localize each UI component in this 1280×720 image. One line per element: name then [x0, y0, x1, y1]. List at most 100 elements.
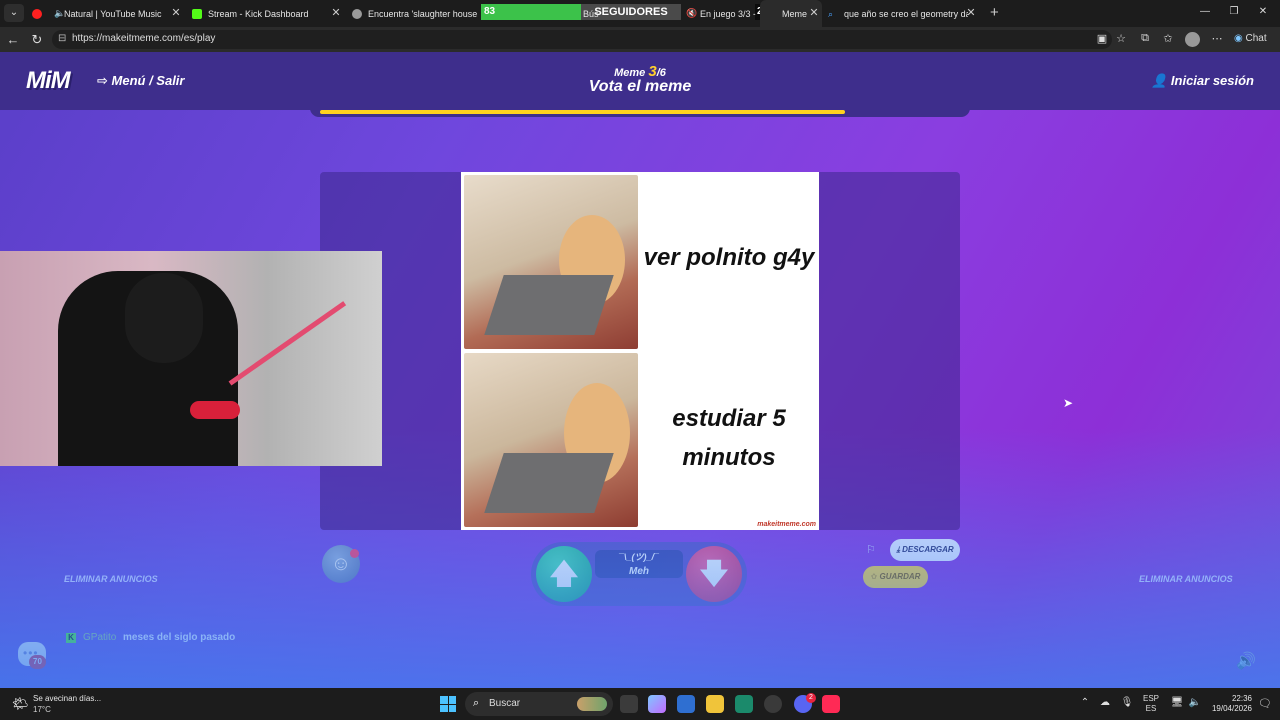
webcam-overlay: [0, 251, 382, 466]
task-view-icon[interactable]: [620, 695, 638, 713]
download-label: DESCARGAR: [902, 545, 954, 554]
muted-icon: 🔇: [686, 8, 698, 18]
chat-message: meses del siglo pasado: [123, 632, 236, 643]
kick-icon: [192, 8, 202, 19]
meme-image-top: [464, 175, 638, 349]
language-indicator[interactable]: ESP ES: [1143, 694, 1159, 714]
chat-count-badge: 70: [29, 655, 46, 669]
meme-caption-top: ver polnito g4y: [643, 244, 815, 271]
meh-label: Meh: [629, 566, 649, 577]
kick-badge-icon: K: [66, 633, 76, 643]
profile-avatar[interactable]: [1185, 32, 1200, 47]
meme-caption-bottom-line1: estudiar 5: [672, 405, 786, 432]
close-tab-icon[interactable]: ✕: [330, 6, 342, 19]
page-title: Vota el meme: [588, 78, 692, 95]
arrow-down-icon: 🡇: [699, 558, 729, 589]
downvote-button[interactable]: 🡇: [686, 546, 742, 602]
overlay-bar-value: 83: [484, 6, 496, 17]
star-icon: ✩: [870, 572, 880, 581]
system-clock[interactable]: 22:36 19/04/2026: [1207, 694, 1252, 714]
extensions-icon[interactable]: ⧉: [1138, 32, 1152, 45]
meme-stage: ver polnito g4y estudiar 5 minutos makei…: [320, 172, 960, 530]
makeitmeme-page: MiM ⇨ Menú / Salir Meme 3/6 Vota el meme…: [0, 52, 1280, 688]
report-flag-icon[interactable]: ⚐: [866, 543, 876, 556]
emoji-notification-dot: [350, 549, 359, 558]
lang-secondary: ES: [1145, 704, 1157, 713]
tiktok-icon: [352, 8, 362, 19]
taskbar-search[interactable]: ⌕ Buscar: [465, 692, 613, 716]
sound-toggle-icon[interactable]: 🔊: [1236, 651, 1256, 671]
overlay-progress-bar: 83: [481, 4, 581, 20]
close-tab-icon[interactable]: ✕: [965, 6, 977, 19]
obs-icon[interactable]: [764, 695, 782, 713]
remove-ads-left-link[interactable]: ELIMINAR ANUNCIOS: [64, 574, 158, 584]
busc-text: Bús: [583, 8, 599, 19]
tab-title: Encuentra 'slaughter house river: [368, 8, 480, 19]
browser-tab-strip: ⌄ 🔈 Natural | YouTube Music ✕ Stream - K…: [0, 0, 1280, 27]
remove-ads-right-link[interactable]: ELIMINAR ANUNCIOS: [1139, 574, 1233, 584]
copilot-app-icon[interactable]: [648, 695, 666, 713]
login-button[interactable]: 👤 Iniciar sesión: [1151, 73, 1254, 89]
file-explorer-icon[interactable]: [706, 695, 724, 713]
meme-caption-bottom-line2: minutos: [682, 444, 776, 471]
reader-view-icon[interactable]: ▣: [1095, 32, 1109, 45]
search-highlight-icon: [577, 697, 607, 711]
new-tab-icon[interactable]: +: [990, 4, 999, 21]
chat-label: Chat: [1245, 33, 1267, 44]
weather-text[interactable]: Se avecinan días...: [33, 694, 101, 703]
meme-card: ver polnito g4y estudiar 5 minutos makei…: [461, 172, 819, 530]
restore-icon[interactable]: ❐: [1227, 6, 1241, 17]
favorite-star-icon[interactable]: ☆: [1114, 32, 1128, 45]
tab-title: Meme: [782, 8, 808, 19]
copilot-icon: ◉: [1234, 33, 1243, 44]
edge-icon[interactable]: [735, 695, 753, 713]
refresh-icon[interactable]: ↻: [30, 32, 44, 48]
tray-overflow-icon[interactable]: ⌃: [1078, 697, 1092, 708]
meme-watermark: makeitmeme.com: [757, 521, 816, 528]
favorites-icon[interactable]: ✩: [1161, 32, 1175, 45]
clock-time: 22:36: [1231, 694, 1252, 703]
onedrive-icon[interactable]: ☁: [1098, 697, 1112, 708]
mouse-cursor-icon: ➤: [1063, 396, 1074, 410]
user-icon: 👤: [1151, 73, 1171, 88]
overlay-busc: Bús: [583, 0, 603, 27]
tab-youtube-music[interactable]: 🔈 Natural | YouTube Music: [32, 0, 182, 27]
volume-icon[interactable]: 🔈: [1188, 697, 1202, 708]
upvote-button[interactable]: 🡅: [536, 546, 592, 602]
network-icon[interactable]: 🖥: [1170, 697, 1184, 708]
search-label: Buscar: [489, 698, 521, 709]
discord-badge: 2: [806, 693, 816, 703]
weather-icon[interactable]: 🌤: [12, 696, 29, 712]
streamer-head: [125, 273, 203, 363]
overlay-playing: 🔇 En juego 3/3 -: [686, 0, 756, 27]
copilot-chat-button[interactable]: ◉ Chat: [1234, 33, 1267, 44]
more-menu-icon[interactable]: ⋯: [1210, 32, 1224, 45]
tab-actions-menu[interactable]: ⌄: [4, 4, 24, 22]
close-tab-icon[interactable]: ✕: [170, 6, 182, 19]
close-window-icon[interactable]: ✕: [1256, 6, 1270, 17]
close-tab-icon[interactable]: ✕: [808, 6, 820, 19]
laptop-figure: [484, 275, 614, 335]
lang-primary: ESP: [1143, 694, 1160, 703]
notifications-icon[interactable]: 🗨: [1258, 697, 1272, 710]
download-button[interactable]: ⤓ DESCARGAR: [890, 539, 960, 561]
tiktok-app-icon[interactable]: [822, 695, 840, 713]
mic-tray-icon[interactable]: 🎙: [1120, 697, 1134, 708]
tab-tiktok-search[interactable]: Encuentra 'slaughter house river: [352, 0, 480, 27]
back-icon[interactable]: ←: [6, 32, 20, 47]
minimize-icon[interactable]: —: [1198, 6, 1212, 17]
address-toolbar: ← ↻ ⊟ https://makeitmeme.com/es/play ▣ ☆…: [0, 27, 1280, 52]
site-header: MiM ⇨ Menú / Salir Meme 3/6 Vota el meme…: [0, 52, 1280, 110]
save-button[interactable]: ✩ GUARDAR: [863, 566, 928, 588]
tab-kick-dashboard[interactable]: Stream - Kick Dashboard: [192, 0, 322, 27]
site-info-icon[interactable]: ⊟: [58, 33, 66, 44]
start-button[interactable]: [440, 696, 456, 712]
mic-arm: [228, 301, 347, 386]
url-text: https://makeitmeme.com/es/play: [72, 33, 216, 44]
store-icon[interactable]: [677, 695, 695, 713]
url-bar[interactable]: ⊟ https://makeitmeme.com/es/play: [52, 30, 1112, 49]
login-label: Iniciar sesión: [1170, 73, 1254, 88]
tab-title: que año se creo el geometry dash: [844, 8, 968, 19]
tab-google-search[interactable]: ⌕ que año se creo el geometry dash: [828, 0, 968, 27]
playing-text: En juego 3/3 -: [700, 8, 756, 19]
